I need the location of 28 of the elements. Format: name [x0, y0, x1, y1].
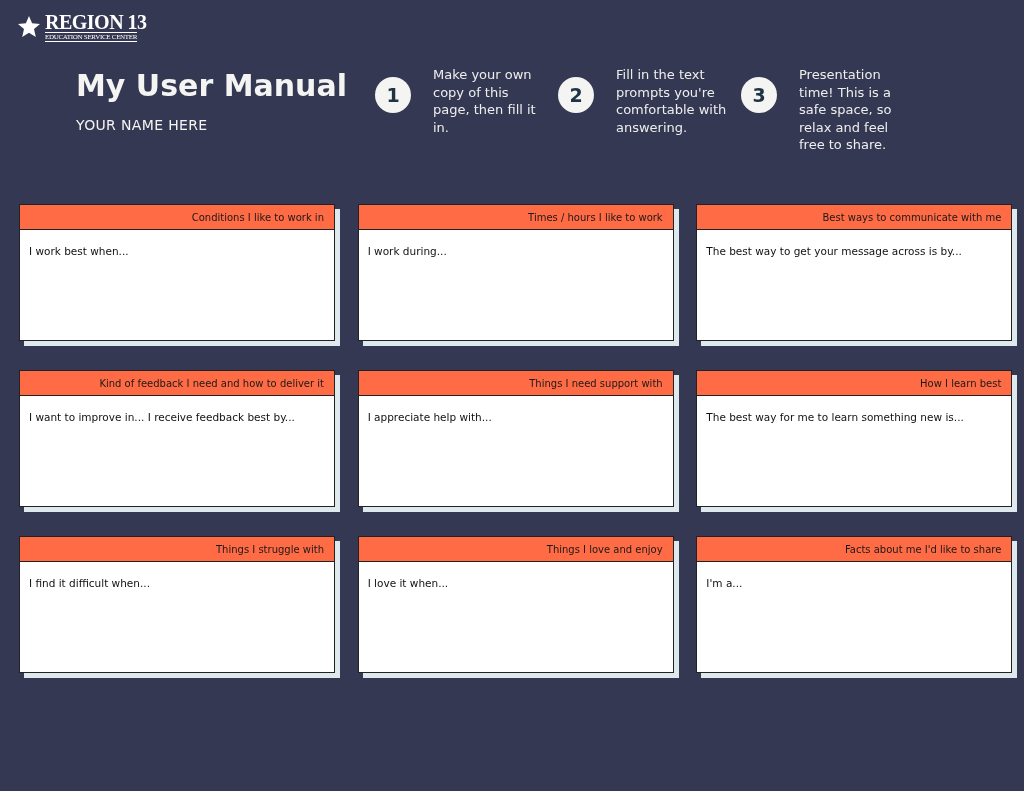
card-prompt[interactable]: The best way for me to learn something new is... — [697, 396, 1012, 426]
card-prompt[interactable]: I appreciate help with... — [358, 396, 673, 426]
step-text: Presentation time! This is a safe space, so relax and feel free to share. — [799, 66, 893, 154]
name-field[interactable]: YOUR NAME HERE — [76, 116, 208, 134]
step-number: 1 — [375, 77, 411, 113]
card-prompt[interactable]: I love it when... — [358, 562, 673, 592]
card-title[interactable]: Things I struggle with — [20, 537, 334, 562]
card-title[interactable]: Things I need support with — [358, 371, 673, 396]
card-prompt[interactable]: I find it difficult when... — [20, 562, 334, 592]
step-number: 2 — [558, 77, 594, 113]
step-text: Fill in the text prompts you're comfortable with answering. — [616, 66, 728, 136]
page-title: My User Manual — [76, 68, 348, 104]
card-title[interactable]: Facts about me I'd like to share — [697, 537, 1012, 562]
card-title[interactable]: Best ways to communicate with me — [697, 205, 1012, 230]
step-text: Make your own copy of this page, then fill it in. — [433, 66, 537, 136]
card-title[interactable]: Conditions I like to work in — [20, 205, 334, 230]
card-prompt[interactable]: I work best when... — [20, 230, 334, 260]
card-title[interactable]: Kind of feedback I need and how to deliver it — [20, 371, 334, 396]
logo-name: REGION 13 — [45, 12, 147, 32]
card-prompt[interactable]: I want to improve in... I receive feedback best by... — [20, 396, 334, 426]
card-title[interactable]: Things I love and enjoy — [358, 537, 673, 562]
card-prompt[interactable]: I work during... — [358, 230, 673, 260]
card-title[interactable]: How I learn best — [697, 371, 1012, 396]
step-number: 3 — [741, 77, 777, 113]
card-prompt[interactable]: The best way to get your message across is by... — [697, 230, 1012, 260]
card-title[interactable]: Times / hours I like to work — [358, 205, 673, 230]
card-prompt[interactable]: I'm a... — [697, 562, 1012, 592]
star-icon — [17, 15, 41, 39]
